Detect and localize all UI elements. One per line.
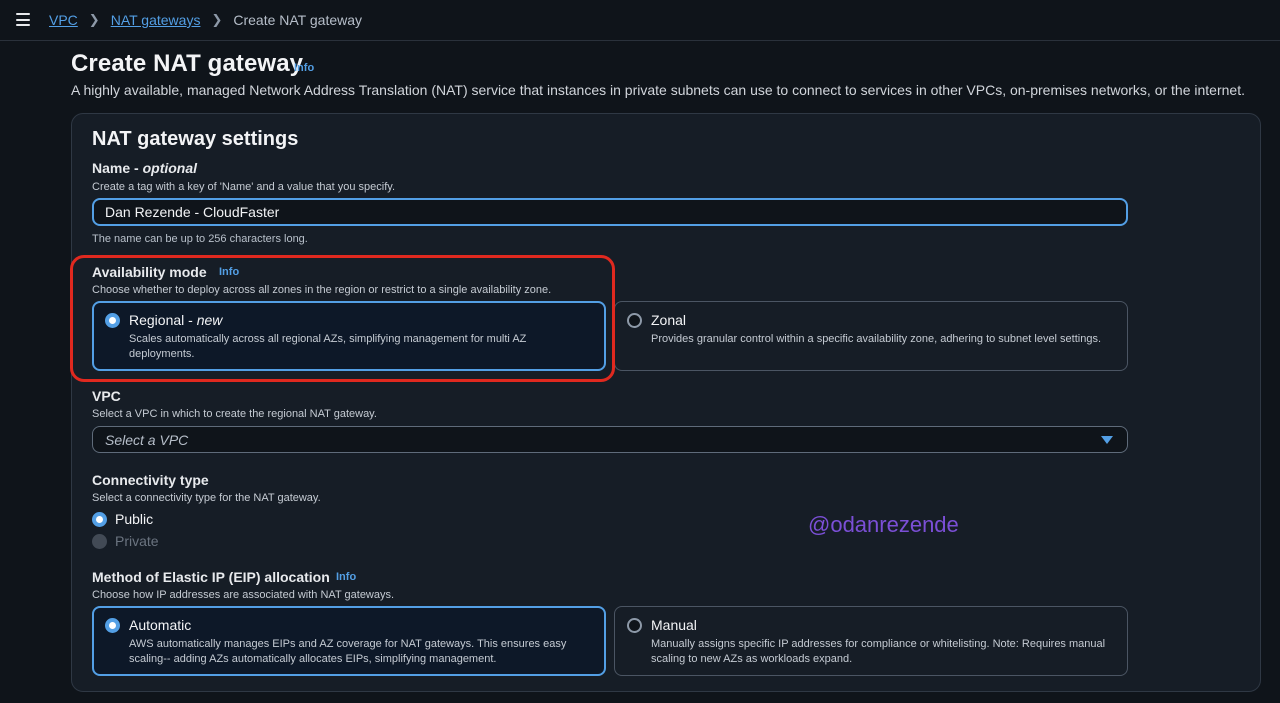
chevron-right-icon: ❯ (211, 12, 223, 27)
vpc-select[interactable]: Select a VPC (92, 426, 1128, 453)
automatic-option-tile[interactable]: Automatic AWS automatically manages EIPs… (92, 606, 606, 676)
breadcrumb: VPC ❯ NAT gateways ❯ Create NAT gateway (49, 12, 362, 28)
availability-mode-description: Choose whether to deploy across all zone… (92, 284, 552, 296)
eip-description: Choose how IP addresses are associated w… (92, 589, 395, 601)
connectivity-private-label: Private (115, 533, 159, 549)
vpc-select-placeholder: Select a VPC (105, 432, 189, 448)
panel-title: NAT gateway settings (92, 128, 299, 150)
zonal-option-label: Zonal (651, 312, 687, 328)
manual-option-description: Manually assigns specific IP addresses f… (651, 638, 1106, 665)
radio-unselected-icon[interactable] (627, 618, 642, 633)
chevron-right-icon: ❯ (88, 12, 100, 27)
radio-selected-icon[interactable] (105, 313, 120, 328)
manual-option-tile[interactable]: Manual Manually assigns specific IP addr… (614, 606, 1128, 676)
radio-selected-icon[interactable] (105, 618, 120, 633)
breadcrumb-nat-gateways[interactable]: NAT gateways (111, 12, 201, 28)
eip-info-link[interactable]: Info (336, 571, 356, 583)
breadcrumb-current: Create NAT gateway (233, 12, 363, 28)
connectivity-private-option: Private (92, 533, 159, 549)
connectivity-label: Connectivity type (92, 472, 209, 488)
automatic-option-label: Automatic (129, 617, 192, 633)
radio-unselected-icon[interactable] (627, 313, 642, 328)
manual-option-label: Manual (651, 617, 697, 633)
connectivity-public-option[interactable]: Public (92, 511, 153, 527)
regional-option-label: Regional - new (129, 312, 223, 328)
menu-icon[interactable] (16, 13, 30, 26)
vpc-label: VPC (92, 388, 121, 404)
zonal-option-description: Provides granular control within a speci… (651, 333, 1102, 345)
page-title: Create NAT gateway (71, 50, 304, 77)
eip-label: Method of Elastic IP (EIP) allocation (92, 569, 330, 585)
availability-mode-info-link[interactable]: Info (219, 266, 239, 278)
name-hint: The name can be up to 256 characters lon… (92, 233, 308, 245)
name-description: Create a tag with a key of 'Name' and a … (92, 181, 395, 193)
regional-option-description: Scales automatically across all regional… (129, 333, 527, 360)
zonal-option-tile[interactable]: Zonal Provides granular control within a… (614, 301, 1128, 371)
connectivity-public-label: Public (115, 511, 154, 527)
automatic-option-description: AWS automatically manages EIPs and AZ co… (129, 638, 567, 665)
availability-mode-label: Availability mode (92, 264, 207, 280)
vpc-description: Select a VPC in which to create the regi… (92, 408, 377, 420)
regional-option-tile[interactable]: Regional - new Scales automatically acro… (92, 301, 606, 371)
connectivity-description: Select a connectivity type for the NAT g… (92, 492, 321, 504)
page-description: A highly available, managed Network Addr… (71, 82, 1245, 98)
name-input[interactable] (92, 198, 1128, 226)
title-info-link[interactable]: Info (294, 62, 314, 74)
watermark-text: @odanrezende (808, 512, 959, 537)
radio-disabled-icon (92, 533, 107, 549)
radio-selected-icon[interactable] (92, 511, 107, 527)
caret-down-icon (1101, 436, 1113, 444)
top-bar: VPC ❯ NAT gateways ❯ Create NAT gateway (0, 0, 1280, 41)
breadcrumb-vpc[interactable]: VPC (49, 12, 78, 28)
name-label: Name - optional (92, 160, 198, 176)
